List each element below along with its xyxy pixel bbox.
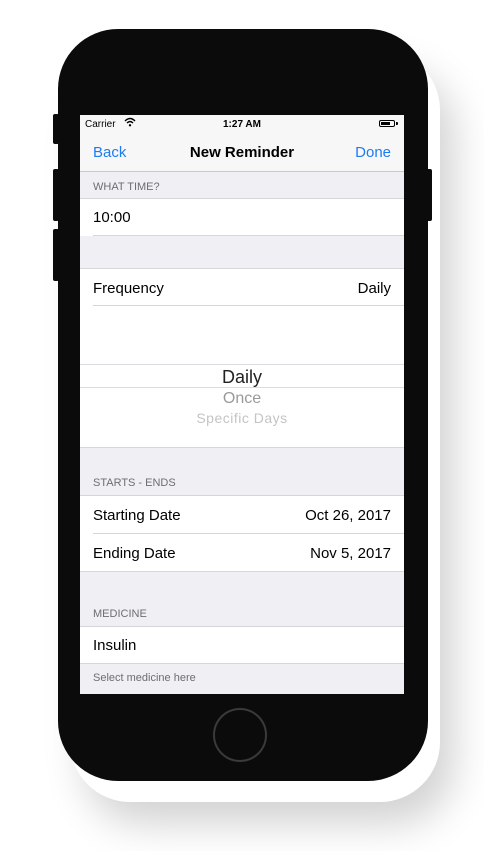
ending-date-cell[interactable]: Ending Date Nov 5, 2017 xyxy=(80,534,404,572)
frequency-value[interactable]: Daily xyxy=(358,280,391,297)
screen: Carrier 1:27 AM Back New Reminder Done W… xyxy=(80,115,404,694)
volume-down-button xyxy=(53,229,59,281)
frequency-group: Frequency Daily Daily Once Specific Days xyxy=(80,268,404,448)
frequency-label: Frequency xyxy=(93,280,164,297)
done-button[interactable]: Done xyxy=(355,144,391,161)
medicine-header: MEDICINE xyxy=(93,608,147,620)
time-cell[interactable]: 10:00 xyxy=(80,198,404,236)
battery-level xyxy=(381,122,390,125)
medicine-cell[interactable]: Insulin xyxy=(80,626,404,664)
ending-date-label: Ending Date xyxy=(93,545,176,562)
starting-date-cell[interactable]: Starting Date Oct 26, 2017 xyxy=(80,495,404,533)
picker-option-specific-days[interactable]: Specific Days xyxy=(80,410,404,426)
ending-date-value: Nov 5, 2017 xyxy=(310,545,391,562)
home-button[interactable] xyxy=(213,708,267,762)
medicine-value: Insulin xyxy=(93,637,137,654)
status-time: 1:27 AM xyxy=(223,119,261,130)
volume-up-button xyxy=(53,169,59,221)
picker-option-once[interactable]: Once xyxy=(80,390,404,408)
picker-option-daily[interactable]: Daily xyxy=(80,367,404,388)
time-value: 10:00 xyxy=(93,209,131,226)
mute-switch xyxy=(53,114,59,144)
medicine-footer: Select medicine here xyxy=(93,672,196,684)
starting-date-value: Oct 26, 2017 xyxy=(305,507,391,524)
date-group: Starting Date Oct 26, 2017 Ending Date N… xyxy=(80,495,404,572)
battery-icon xyxy=(379,120,398,127)
what-time-header: WHAT TIME? xyxy=(93,181,160,193)
power-button xyxy=(426,169,432,221)
frequency-picker[interactable]: Daily Once Specific Days xyxy=(80,306,404,446)
navigation-bar: Back New Reminder Done xyxy=(80,135,404,172)
starts-ends-header: STARTS - ENDS xyxy=(93,477,176,489)
status-bar: Carrier 1:27 AM xyxy=(80,115,404,135)
starting-date-label: Starting Date xyxy=(93,507,181,524)
